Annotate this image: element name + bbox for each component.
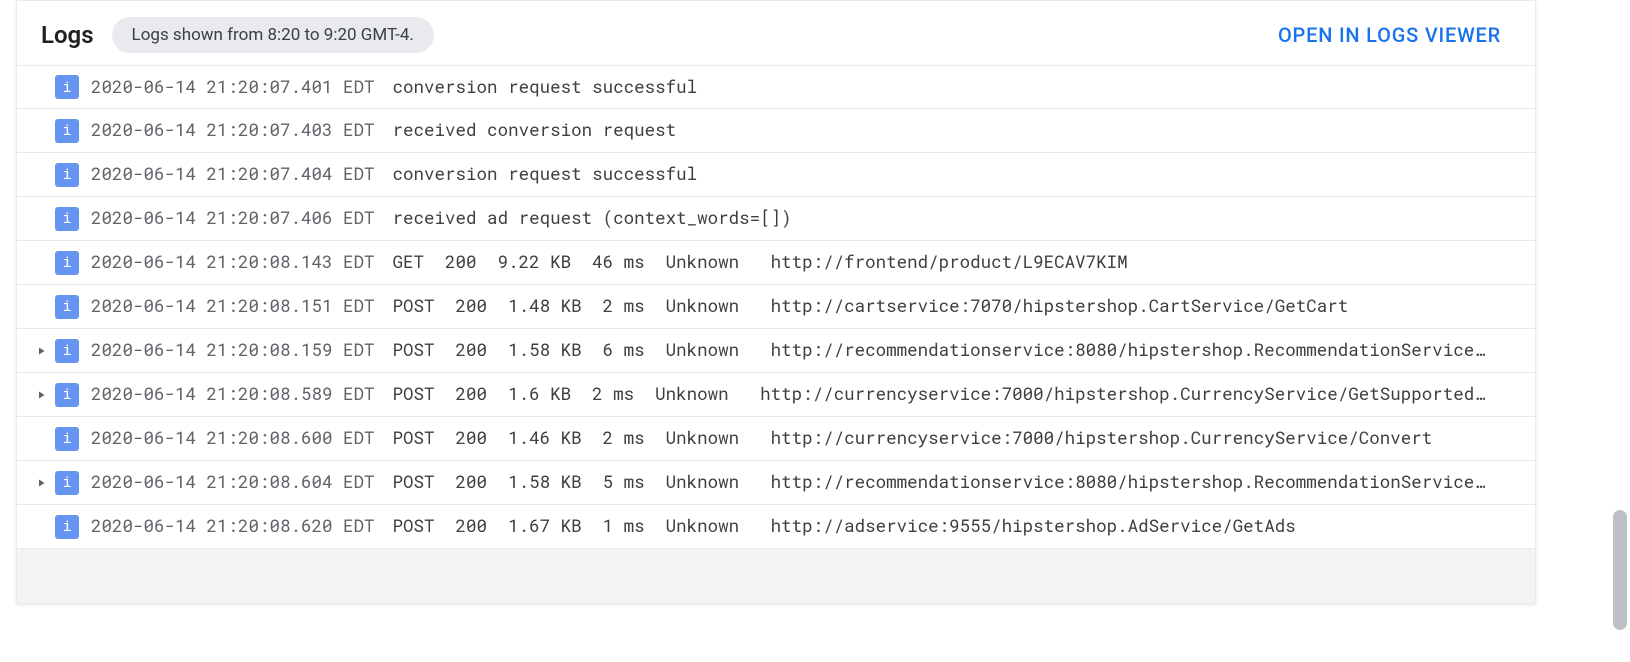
info-icon: i bbox=[55, 515, 79, 539]
expand-icon[interactable] bbox=[31, 389, 51, 401]
log-row[interactable]: i 2020-06-14 21:20:07.403 EDT received con… bbox=[17, 109, 1535, 153]
severity-label: i bbox=[62, 475, 71, 490]
log-row[interactable]: i 2020-06-14 21:20:07.406 EDT received ad … bbox=[17, 197, 1535, 241]
info-icon: i bbox=[55, 295, 79, 319]
log-timestamp: 2020-06-14 21:20:08.589 EDT bbox=[91, 382, 375, 407]
logs-header: Logs Logs shown from 8:20 to 9:20 GMT-4.… bbox=[17, 1, 1535, 65]
log-message: POST 200 1.58 KB 5 ms Unknown http://rec… bbox=[393, 470, 1485, 495]
log-timestamp: 2020-06-14 21:20:07.404 EDT bbox=[91, 162, 375, 187]
log-row[interactable]: i 2020-06-14 21:20:07.401 EDT conversion r… bbox=[17, 65, 1535, 109]
severity-label: i bbox=[62, 123, 71, 138]
open-in-logs-viewer-link[interactable]: OPEN IN LOGS VIEWER bbox=[1278, 23, 1511, 47]
log-timestamp: 2020-06-14 21:20:08.620 EDT bbox=[91, 514, 375, 539]
logs-header-left: Logs Logs shown from 8:20 to 9:20 GMT-4. bbox=[41, 17, 434, 53]
log-message: received ad request (context_words=[]) bbox=[393, 206, 792, 231]
log-row[interactable]: i 2020-06-14 21:20:08.151 EDT POST 200 1.4… bbox=[17, 285, 1535, 329]
severity-label: i bbox=[62, 519, 71, 534]
info-icon: i bbox=[55, 251, 79, 275]
log-timestamp: 2020-06-14 21:20:07.403 EDT bbox=[91, 118, 375, 143]
log-message: GET 200 9.22 KB 46 ms Unknown http://fro… bbox=[393, 250, 1128, 275]
info-icon: i bbox=[55, 75, 79, 99]
log-row[interactable]: i 2020-06-14 21:20:08.620 EDT POST 200 1.6… bbox=[17, 505, 1535, 549]
log-row[interactable]: i 2020-06-14 21:20:08.604 EDT POST 200 1.5… bbox=[17, 461, 1535, 505]
expand-icon[interactable] bbox=[31, 477, 51, 489]
info-icon: i bbox=[55, 471, 79, 495]
log-message: POST 200 1.58 KB 6 ms Unknown http://rec… bbox=[393, 338, 1485, 363]
severity-label: i bbox=[62, 167, 71, 182]
log-timestamp: 2020-06-14 21:20:08.143 EDT bbox=[91, 250, 375, 275]
log-message: POST 200 1.46 KB 2 ms Unknown http://cur… bbox=[393, 426, 1433, 451]
log-timestamp: 2020-06-14 21:20:07.401 EDT bbox=[91, 75, 375, 100]
log-message: POST 200 1.48 KB 2 ms Unknown http://car… bbox=[393, 294, 1349, 319]
logs-panel: Logs Logs shown from 8:20 to 9:20 GMT-4.… bbox=[16, 0, 1536, 604]
info-icon: i bbox=[55, 163, 79, 187]
log-message: POST 200 1.67 KB 1 ms Unknown http://ads… bbox=[393, 514, 1296, 539]
log-message: received conversion request bbox=[393, 118, 677, 143]
log-message: conversion request successful bbox=[393, 162, 698, 187]
severity-label: i bbox=[62, 255, 71, 270]
log-timestamp: 2020-06-14 21:20:08.600 EDT bbox=[91, 426, 375, 451]
info-icon: i bbox=[55, 119, 79, 143]
logs-footer bbox=[17, 549, 1535, 603]
expand-icon[interactable] bbox=[31, 345, 51, 357]
info-icon: i bbox=[55, 383, 79, 407]
info-icon: i bbox=[55, 207, 79, 231]
log-timestamp: 2020-06-14 21:20:08.151 EDT bbox=[91, 294, 375, 319]
log-row[interactable]: i 2020-06-14 21:20:08.159 EDT POST 200 1.5… bbox=[17, 329, 1535, 373]
log-timestamp: 2020-06-14 21:20:08.159 EDT bbox=[91, 338, 375, 363]
severity-label: i bbox=[62, 387, 71, 402]
log-timestamp: 2020-06-14 21:20:07.406 EDT bbox=[91, 206, 375, 231]
log-row[interactable]: i 2020-06-14 21:20:08.589 EDT POST 200 1.6… bbox=[17, 373, 1535, 417]
log-timestamp: 2020-06-14 21:20:08.604 EDT bbox=[91, 470, 375, 495]
page-title: Logs bbox=[41, 21, 94, 49]
severity-label: i bbox=[62, 211, 71, 226]
log-rows: i 2020-06-14 21:20:07.401 EDT conversion r… bbox=[17, 65, 1535, 549]
log-message: POST 200 1.6 KB 2 ms Unknown http://curr… bbox=[393, 382, 1485, 407]
scrollbar-thumb[interactable] bbox=[1613, 510, 1627, 630]
severity-label: i bbox=[62, 299, 71, 314]
log-row[interactable]: i 2020-06-14 21:20:07.404 EDT conversion r… bbox=[17, 153, 1535, 197]
severity-label: i bbox=[62, 431, 71, 446]
info-icon: i bbox=[55, 339, 79, 363]
time-range-chip: Logs shown from 8:20 to 9:20 GMT-4. bbox=[112, 17, 434, 53]
severity-label: i bbox=[62, 343, 71, 358]
log-row[interactable]: i 2020-06-14 21:20:08.143 EDT GET 200 9.22… bbox=[17, 241, 1535, 285]
log-row[interactable]: i 2020-06-14 21:20:08.600 EDT POST 200 1.4… bbox=[17, 417, 1535, 461]
log-message: conversion request successful bbox=[393, 75, 698, 100]
severity-label: i bbox=[62, 80, 71, 95]
info-icon: i bbox=[55, 427, 79, 451]
